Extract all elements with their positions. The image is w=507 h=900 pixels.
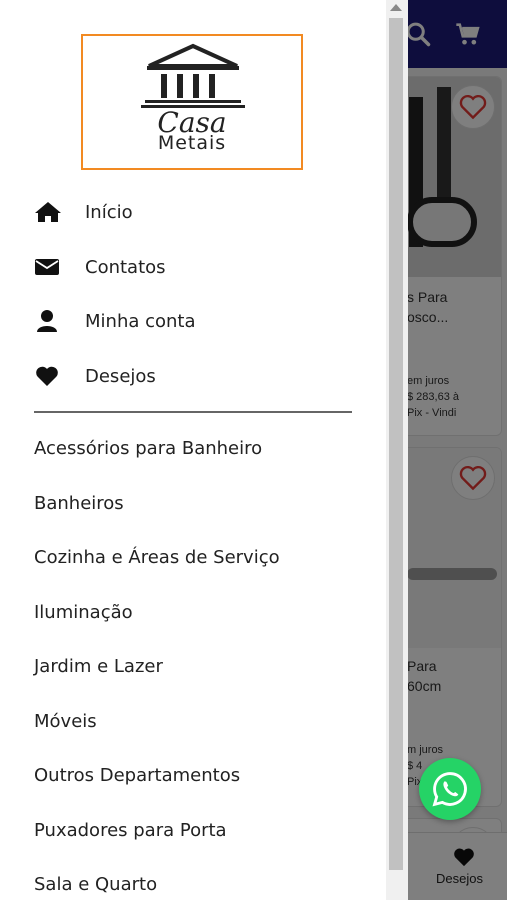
scrollbar-thumb[interactable] <box>389 18 403 870</box>
user-icon <box>34 309 64 333</box>
nav-item-label: Desejos <box>85 365 156 387</box>
envelope-icon <box>34 255 64 279</box>
nav-item-desejos[interactable]: Desejos <box>34 361 156 391</box>
category-item[interactable]: Cozinha e Áreas de Serviço <box>34 546 280 570</box>
category-item[interactable]: Acessórios para Banheiro <box>34 437 262 461</box>
side-drawer: Casa Metais Início Contatos Minha conta … <box>0 0 386 900</box>
drawer-scrollbar[interactable] <box>386 0 408 900</box>
whatsapp-icon <box>432 772 467 807</box>
nav-item-contatos[interactable]: Contatos <box>34 252 166 282</box>
category-item[interactable]: Outros Departamentos <box>34 764 240 788</box>
category-item[interactable]: Jardim e Lazer <box>34 655 163 679</box>
nav-item-minha-conta[interactable]: Minha conta <box>34 306 196 336</box>
category-item[interactable]: Móveis <box>34 710 97 734</box>
category-item[interactable]: Sala e Quarto <box>34 873 157 897</box>
category-item[interactable]: Banheiros <box>34 492 124 516</box>
nav-item-label: Início <box>85 201 133 223</box>
scroll-up-arrow-icon[interactable] <box>390 4 402 11</box>
nav-item-label: Contatos <box>85 256 166 278</box>
category-item[interactable]: Iluminação <box>34 601 133 625</box>
category-item[interactable]: Puxadores para Porta <box>34 819 227 843</box>
home-icon <box>34 200 64 224</box>
heart-icon <box>34 364 64 388</box>
logo[interactable]: Casa Metais <box>81 34 303 170</box>
whatsapp-button[interactable] <box>419 758 481 820</box>
nav-item-inicio[interactable]: Início <box>34 197 133 227</box>
menu-divider <box>34 411 352 413</box>
building-logo-icon <box>141 43 245 108</box>
nav-item-label: Minha conta <box>85 310 196 332</box>
logo-text-metais: Metais <box>157 132 227 154</box>
